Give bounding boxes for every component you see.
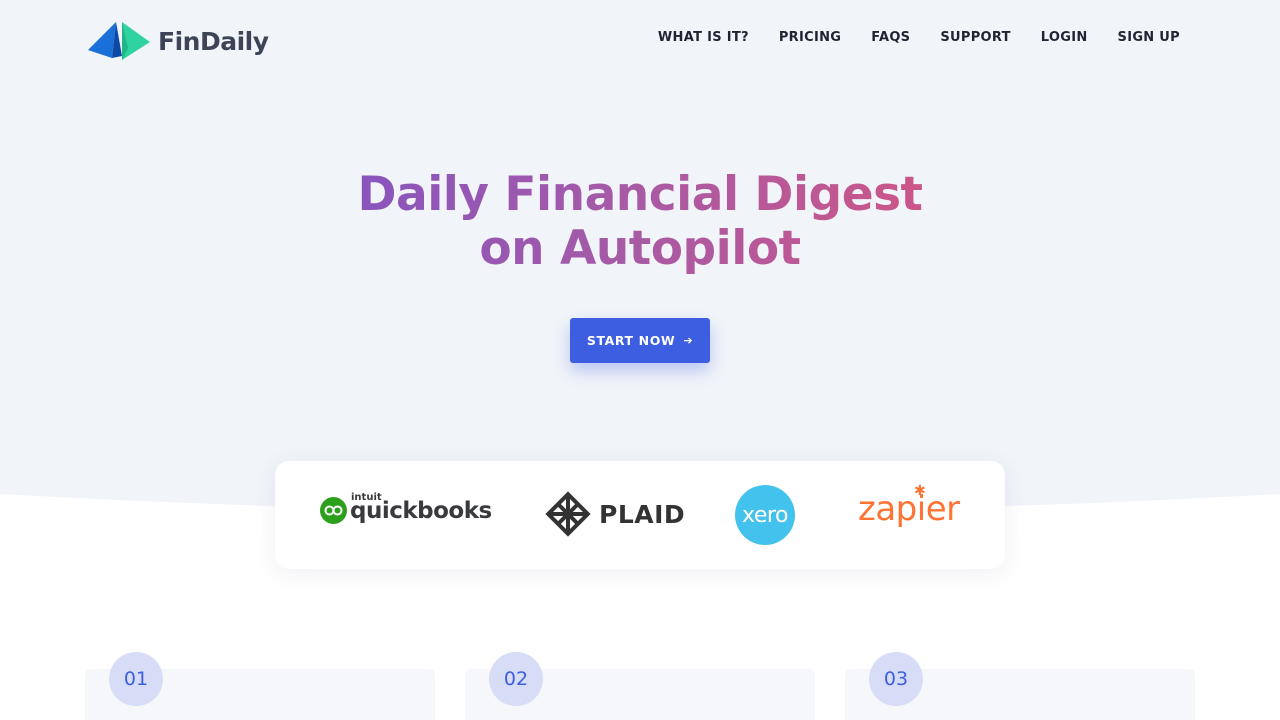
quickbooks-icon <box>320 497 347 524</box>
site-header: FinDaily WHAT IS IT? PRICING FAQS SUPPOR… <box>0 0 1280 80</box>
nav-sign-up[interactable]: SIGN UP <box>1118 30 1180 45</box>
headline-line-2: on Autopilot <box>240 222 1040 276</box>
asterisk-icon: ✱ <box>914 483 926 499</box>
nav-what-is-it[interactable]: WHAT IS IT? <box>658 30 749 45</box>
headline-line-1: Daily Financial Digest <box>240 168 1040 222</box>
plaid-text: PLAID <box>599 499 686 529</box>
steps-section: 01 02 03 <box>85 652 1195 720</box>
hero-headline: Daily Financial Digest on Autopilot <box>240 168 1040 276</box>
step-number-1: 01 <box>109 652 163 706</box>
start-now-button[interactable]: START NOW ➔ <box>570 318 710 363</box>
nav-login[interactable]: LOGIN <box>1041 30 1088 45</box>
nav-faqs[interactable]: FAQS <box>871 30 910 45</box>
logo-link[interactable]: FinDaily <box>88 20 269 62</box>
start-now-label: START NOW <box>586 333 676 348</box>
xero-text: xero <box>742 502 788 528</box>
zapier-text: zapier <box>858 489 960 529</box>
quickbooks-logo: intuit quickbooks <box>320 492 492 524</box>
plaid-pattern-icon <box>545 491 591 537</box>
zapier-logo: zapier ✱ <box>858 483 960 529</box>
nav-support[interactable]: SUPPORT <box>940 30 1010 45</box>
arrow-right-icon: ➔ <box>683 334 694 347</box>
paper-plane-logo-icon <box>88 22 150 60</box>
intuit-text: intuit <box>351 491 382 503</box>
plaid-logo: PLAID <box>545 491 685 537</box>
partner-logos-card: intuit quickbooks PLAID xero zapier ✱ <box>275 461 1005 569</box>
xero-logo: xero <box>735 485 795 545</box>
step-number-2: 02 <box>489 652 543 706</box>
logo-text: FinDaily <box>158 26 269 56</box>
nav-pricing[interactable]: PRICING <box>779 30 841 45</box>
step-number-3: 03 <box>869 652 923 706</box>
main-nav: WHAT IS IT? PRICING FAQS SUPPORT LOGIN S… <box>658 30 1180 45</box>
